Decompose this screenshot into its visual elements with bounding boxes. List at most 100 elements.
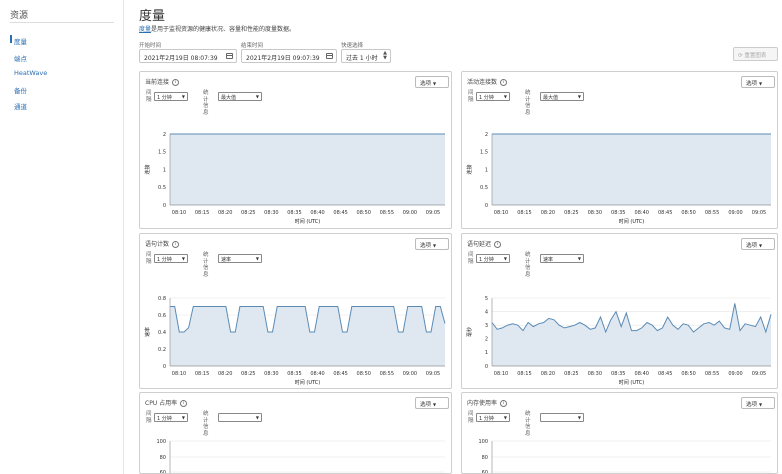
series-area bbox=[492, 303, 771, 366]
chart-svg: 0 0.5 1 1.5 2 08:10 08:15 08:20 08:25 08:30 08:35 0… bbox=[466, 132, 771, 225]
y-tick-label: 1 bbox=[485, 167, 488, 173]
x-tick-label: 08:20 bbox=[218, 210, 232, 216]
y-tick-label: 1 bbox=[163, 167, 166, 173]
x-tick-label: 08:15 bbox=[195, 210, 209, 216]
x-tick-label: 09:00 bbox=[403, 210, 417, 216]
x-tick-label: 08:50 bbox=[357, 210, 371, 216]
x-tick-label: 08:30 bbox=[264, 210, 278, 216]
reset-charts-label: 重置图表 bbox=[744, 53, 767, 59]
metrics-doc-link[interactable]: 度量 bbox=[139, 26, 151, 33]
y-tick-label: 2 bbox=[485, 132, 488, 138]
y-tick-label: 100 bbox=[156, 439, 166, 445]
x-tick-label: 09:00 bbox=[728, 371, 742, 377]
page-title: 度量 bbox=[139, 9, 166, 24]
sidebar-item-channels[interactable]: 通道 bbox=[14, 101, 27, 111]
x-tick-label: 08:55 bbox=[705, 210, 719, 216]
y-tick-label: 0.2 bbox=[158, 347, 166, 353]
y-tick-label: 60 bbox=[482, 470, 488, 474]
end-time-label: 结束时间 bbox=[241, 43, 264, 49]
x-tick-label: 08:20 bbox=[541, 210, 555, 216]
chart-svg: 100 80 60 bbox=[478, 439, 771, 474]
y-tick-label: 80 bbox=[482, 455, 488, 461]
y-tick-label: 100 bbox=[478, 439, 488, 445]
y-tick-label: 0.8 bbox=[158, 296, 166, 302]
end-time-value: 2021年2月19日 09:07:39 bbox=[246, 55, 320, 62]
x-tick-label: 08:15 bbox=[195, 371, 209, 377]
x-tick-label: 08:50 bbox=[681, 210, 695, 216]
quick-select-value: 过去 1 小时 bbox=[346, 55, 378, 62]
y-tick-label: 0 bbox=[485, 203, 488, 209]
x-tick-label: 08:30 bbox=[588, 210, 602, 216]
x-tick-label: 08:25 bbox=[241, 210, 255, 216]
x-tick-label: 08:15 bbox=[517, 371, 531, 377]
chevron-updown-icon: ▲ ▼ bbox=[383, 50, 387, 61]
x-tick-label: 09:05 bbox=[752, 210, 766, 216]
x-tick-label: 08:45 bbox=[658, 210, 672, 216]
description-text: 是用于监视资源的健康状况、容量和性能的度量数据。 bbox=[151, 26, 296, 33]
calendar-icon[interactable] bbox=[226, 53, 233, 59]
y-tick-label: 0.6 bbox=[158, 313, 166, 319]
x-tick-label: 08:55 bbox=[380, 210, 394, 216]
x-tick-label: 09:00 bbox=[728, 210, 742, 216]
sidebar-item-metrics[interactable]: 度量 bbox=[14, 36, 27, 46]
end-time-field[interactable]: 2021年2月19日 09:07:39 bbox=[241, 49, 337, 63]
calendar-icon[interactable] bbox=[326, 53, 333, 59]
y-tick-label: 1.5 bbox=[480, 150, 488, 156]
x-tick-label: 08:35 bbox=[611, 210, 625, 216]
y-axis-title: 毫秒 bbox=[466, 327, 473, 337]
y-tick-label: 1.5 bbox=[158, 150, 166, 156]
x-axis-title: 时间 (UTC) bbox=[619, 379, 644, 386]
refresh-icon: ⟳ bbox=[738, 53, 743, 59]
x-tick-label: 08:10 bbox=[172, 210, 186, 216]
x-tick-label: 08:45 bbox=[658, 371, 672, 377]
sidebar-item-backups[interactable]: 备份 bbox=[14, 85, 27, 95]
metric-panel: 语句延迟 i 选项 ▼ 间隔 1 分钟 ▼ 统计信息 速率 ▼ 0 1 2 3 4 5 08:10 08:15 08… bbox=[461, 233, 778, 389]
metric-panel: 语句计数 i 选项 ▼ 间隔 1 分钟 ▼ 统计信息 速率 ▼ 0 0.2 0.4 0.6 0.8 08:10… bbox=[139, 233, 452, 389]
x-axis-title: 时间 (UTC) bbox=[295, 379, 320, 386]
x-tick-label: 08:10 bbox=[494, 210, 508, 216]
sidebar-item-heatwave[interactable]: HeatWave bbox=[14, 69, 47, 77]
x-tick-label: 08:55 bbox=[705, 371, 719, 377]
x-tick-label: 08:30 bbox=[588, 371, 602, 377]
x-axis-title: 时间 (UTC) bbox=[295, 218, 320, 225]
y-tick-label: 3 bbox=[485, 323, 488, 329]
x-tick-label: 09:05 bbox=[426, 371, 440, 377]
x-tick-label: 08:25 bbox=[564, 371, 578, 377]
y-tick-label: 0.4 bbox=[158, 330, 166, 336]
y-tick-label: 4 bbox=[485, 309, 488, 315]
y-axis-title: 连接 bbox=[466, 164, 473, 174]
x-tick-label: 08:35 bbox=[611, 371, 625, 377]
x-tick-label: 08:25 bbox=[564, 210, 578, 216]
x-tick-label: 08:50 bbox=[681, 371, 695, 377]
x-tick-label: 08:20 bbox=[218, 371, 232, 377]
x-tick-label: 08:35 bbox=[287, 210, 301, 216]
chart-svg: 0 0.2 0.4 0.6 0.8 08:10 08:15 08:20 08:25 08:30 08… bbox=[144, 296, 446, 386]
x-tick-label: 09:05 bbox=[426, 210, 440, 216]
x-tick-label: 08:15 bbox=[517, 210, 531, 216]
series-area bbox=[170, 134, 445, 205]
quick-select-dropdown[interactable]: 过去 1 小时 ▲ ▼ bbox=[341, 49, 391, 63]
y-tick-label: 60 bbox=[160, 470, 166, 474]
metric-panel: 活动连接数 i 选项 ▼ 间隔 1 分钟 ▼ 统计信息 最大值 ▼ 0 0.5 1 1.5 2 08:10 08… bbox=[461, 71, 778, 229]
x-tick-label: 08:30 bbox=[264, 371, 278, 377]
x-tick-label: 08:10 bbox=[172, 371, 186, 377]
y-axis-title: 连接 bbox=[144, 164, 151, 174]
x-tick-label: 09:00 bbox=[403, 371, 417, 377]
y-axis-title: 速率 bbox=[144, 327, 151, 337]
y-tick-label: 5 bbox=[485, 296, 488, 302]
quick-select-label: 快速选择 bbox=[341, 43, 364, 49]
x-tick-label: 08:10 bbox=[494, 371, 508, 377]
sidebar-item-endpoints[interactable]: 端点 bbox=[14, 53, 27, 63]
x-tick-label: 08:35 bbox=[287, 371, 301, 377]
x-axis-title: 时间 (UTC) bbox=[619, 218, 644, 225]
metric-panel: CPU 占用率 i 选项 ▼ 间隔 1 分钟 ▼ 统计信息 ▼ 100 80 60 bbox=[139, 392, 452, 474]
y-tick-label: 80 bbox=[160, 455, 166, 461]
x-tick-label: 08:40 bbox=[310, 210, 324, 216]
start-time-field[interactable]: 2021年2月19日 08:07:39 bbox=[139, 49, 237, 63]
reset-charts-button[interactable]: ⟳ 重置图表 bbox=[733, 47, 778, 61]
active-indicator bbox=[10, 35, 12, 43]
y-tick-label: 0.5 bbox=[158, 185, 166, 191]
y-tick-label: 0 bbox=[485, 364, 488, 370]
x-tick-label: 08:40 bbox=[635, 371, 649, 377]
x-tick-label: 08:55 bbox=[380, 371, 394, 377]
